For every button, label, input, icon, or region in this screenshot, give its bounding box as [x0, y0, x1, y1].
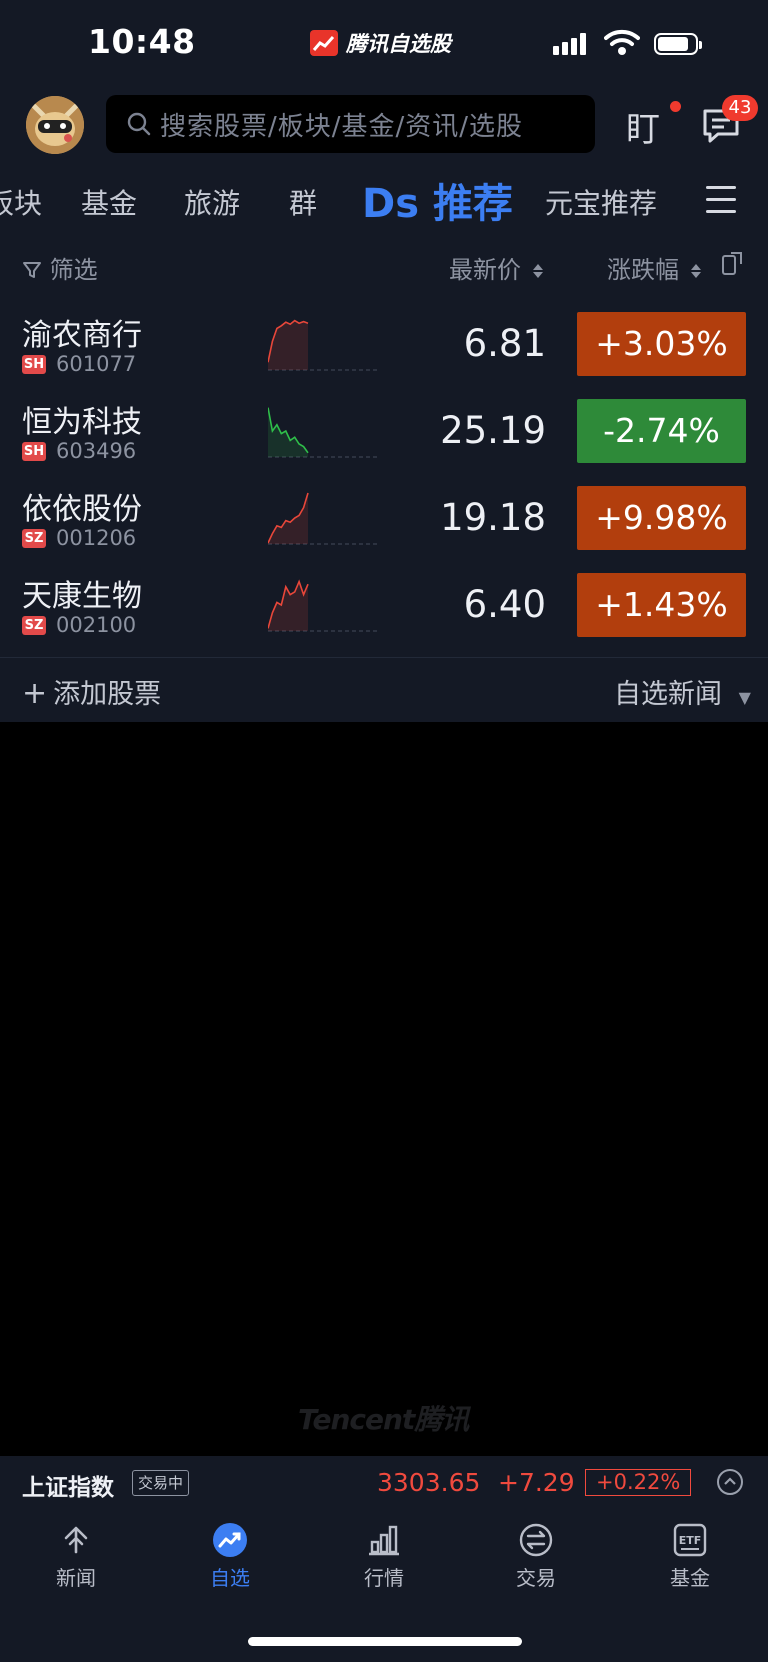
- fund-icon: ETF: [673, 1523, 707, 1557]
- search-placeholder: 搜索股票/板块/基金/资讯/选股: [160, 111, 524, 142]
- index-name: 上证指数: [22, 1475, 114, 1501]
- svg-text:ETF: ETF: [679, 1534, 702, 1547]
- tab-sector[interactable]: 板块: [0, 182, 42, 222]
- cellular-signal-icon: [553, 33, 586, 55]
- change-header-label: 涨跌幅: [607, 256, 679, 284]
- tencent-watermark: Tencent腾讯: [298, 1403, 469, 1436]
- app-name: 腾讯自选股: [346, 32, 451, 56]
- stock-row[interactable]: 依依股份 SZ 001206 19.18 +9.98%: [0, 478, 768, 565]
- market-icon: [369, 1525, 399, 1556]
- nav-watchlist[interactable]: 自选: [180, 1522, 280, 1591]
- tab-travel[interactable]: 旅游: [184, 182, 240, 222]
- price-header-label: 最新价: [449, 256, 521, 284]
- add-stock-button[interactable]: + 添加股票: [22, 672, 161, 711]
- filter-label: 筛选: [49, 256, 98, 284]
- stock-price: 25.19: [440, 409, 546, 452]
- index-value: 3303.65: [377, 1468, 481, 1497]
- sort-icon: [690, 264, 701, 278]
- stock-code: 603496: [56, 439, 137, 463]
- change-percent-badge[interactable]: +1.43%: [577, 573, 746, 637]
- trading-status-badge: 交易中: [132, 1470, 190, 1496]
- stock-price: 6.40: [463, 583, 546, 626]
- app-logo-icon: [310, 30, 338, 56]
- tab-yuanbao-recommend[interactable]: 元宝推荐: [545, 182, 657, 222]
- nav-watchlist-label: 自选: [210, 1566, 250, 1590]
- stock-code: 001206: [56, 526, 137, 550]
- sparkline-area: [268, 493, 308, 544]
- notification-dot: [670, 101, 681, 112]
- change-percent-badge[interactable]: +9.98%: [577, 486, 746, 550]
- search-bar[interactable]: 搜索股票/板块/基金/资讯/选股: [106, 95, 595, 153]
- search-icon: [127, 112, 151, 136]
- market-badge: SZ: [22, 529, 46, 548]
- price-sort-header[interactable]: 最新价: [449, 250, 543, 285]
- trade-icon: [519, 1523, 553, 1557]
- tab-ds-recommend[interactable]: Ds 推荐: [362, 171, 513, 229]
- sort-icon: [532, 264, 543, 278]
- stock-code: 002100: [56, 613, 137, 637]
- nav-fund-label: 基金: [670, 1566, 710, 1590]
- category-tabs: 板块 基金 旅游 群 Ds 推荐 元宝推荐: [0, 168, 768, 228]
- nav-news[interactable]: 新闻: [26, 1522, 126, 1591]
- battery-icon: [654, 33, 702, 55]
- stock-name: 渝农商行: [22, 318, 142, 353]
- change-percent-badge[interactable]: -2.74%: [577, 399, 746, 463]
- switch-column-icon[interactable]: [721, 250, 745, 280]
- sparkline-chart: [268, 319, 378, 371]
- change-percent-badge[interactable]: +3.03%: [577, 312, 746, 376]
- stock-row[interactable]: 渝农商行 SH 601077 6.81 +3.03%: [0, 304, 768, 391]
- divider: [0, 657, 768, 658]
- wifi-icon: [604, 28, 640, 60]
- stock-name: 天康生物: [22, 579, 142, 614]
- index-ticker-bar[interactable]: 上证指数 交易中 3303.65 +7.29 +0.22%: [0, 1456, 768, 1512]
- nav-fund[interactable]: ETF 基金: [640, 1522, 740, 1591]
- stock-name: 依依股份: [22, 492, 142, 527]
- add-stock-label: 添加股票: [53, 679, 162, 710]
- sparkline-area: [268, 407, 308, 457]
- tab-fund[interactable]: 基金: [81, 182, 137, 222]
- expand-up-icon[interactable]: [717, 1469, 743, 1495]
- plus-icon: +: [22, 676, 48, 711]
- message-badge: 43: [722, 95, 758, 121]
- tab-group[interactable]: 群: [289, 182, 317, 222]
- nav-trade-label: 交易: [516, 1566, 556, 1590]
- sparkline-chart: [268, 579, 378, 632]
- stock-price: 6.81: [463, 322, 546, 365]
- watchlist-icon: [213, 1523, 247, 1557]
- change-sort-header[interactable]: 涨跌幅: [607, 250, 701, 285]
- watchlist-news-button[interactable]: 自选新闻 ▼: [614, 672, 751, 711]
- nav-market-label: 行情: [364, 1566, 404, 1590]
- watch-icon[interactable]: 盯: [626, 102, 660, 151]
- market-badge: SH: [22, 355, 46, 374]
- stock-name: 恒为科技: [22, 405, 142, 440]
- tab-menu-icon[interactable]: [706, 186, 736, 222]
- nav-news-label: 新闻: [56, 1566, 96, 1590]
- avatar[interactable]: [26, 96, 84, 154]
- market-badge: SH: [22, 442, 46, 461]
- chevron-down-icon: ▼: [738, 688, 751, 707]
- index-change: +7.29: [498, 1468, 575, 1497]
- stock-row[interactable]: 恒为科技 SH 603496 25.19 -2.74%: [0, 391, 768, 478]
- app-title: 腾讯自选股: [310, 28, 451, 58]
- sparkline-chart: [268, 407, 378, 458]
- index-percent: +0.22%: [585, 1469, 692, 1496]
- stock-row[interactable]: 天康生物 SZ 002100 6.40 +1.43%: [0, 565, 768, 652]
- market-badge: SZ: [22, 616, 46, 635]
- sparkline-area: [268, 320, 308, 370]
- nav-trade[interactable]: 交易: [486, 1522, 586, 1591]
- filter-icon: [23, 262, 41, 278]
- stock-code: 601077: [56, 352, 137, 376]
- nav-market[interactable]: 行情: [334, 1522, 434, 1591]
- watchlist-news-label: 自选新闻: [614, 679, 722, 710]
- home-indicator: [248, 1637, 522, 1646]
- status-time: 10:48: [88, 22, 196, 61]
- sparkline-chart: [268, 492, 378, 545]
- news-icon: [64, 1526, 88, 1554]
- stock-price: 19.18: [440, 496, 546, 539]
- filter-button[interactable]: 筛选: [22, 250, 98, 285]
